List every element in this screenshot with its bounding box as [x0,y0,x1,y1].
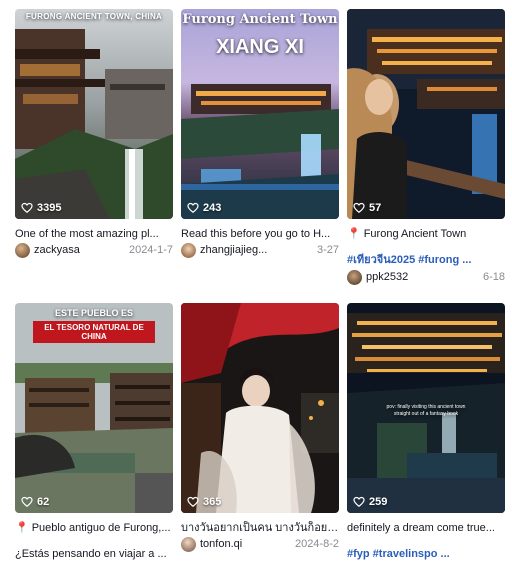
video-card[interactable]: Furong Ancient Town XIANG XI 243 Read th… [181,9,339,258]
thumbnail-overlay-title: XIANG XI [216,36,304,58]
username[interactable]: zhangjiajieg... [200,244,267,256]
video-meta: zackyasa 2024-1-7 [15,242,173,258]
thumbnail-image [181,303,339,513]
avatar[interactable] [181,536,196,552]
video-card[interactable]: 57 📍 Furong Ancient Town #เที่ยวจีน2025 #… [347,9,505,285]
video-card[interactable]: pov: finally visiting this ancient town … [347,303,505,560]
avatar[interactable] [181,242,196,258]
video-card[interactable]: FURONG ANCIENT TOWN, CHINA 3395 One of t… [15,9,173,258]
location-pin-icon: 📍 [15,522,29,534]
video-title[interactable]: บางวันอยากเป็นคน บางวันก็อยา... [181,521,339,535]
username[interactable]: ppk2532 [366,271,408,283]
like-count: 57 [353,202,381,214]
video-hashtags[interactable]: #เที่ยวจีน2025 #furong ... [347,253,505,267]
video-title[interactable]: Read this before you go to H... [181,227,339,241]
video-card[interactable]: ESTE PUEBLO ES EL TESORO NATURAL DE CHIN… [15,303,173,560]
heart-outline-icon [21,496,33,508]
video-title[interactable]: 📍 Pueblo antiguo de Furong,... [15,521,173,535]
like-count: 259 [353,496,387,508]
heart-outline-icon [187,202,199,214]
video-thumbnail[interactable]: Furong Ancient Town XIANG XI 243 [181,9,339,219]
video-title[interactable]: One of the most amazing pl... [15,227,173,241]
avatar[interactable] [347,269,362,285]
location-pin-icon: 📍 [347,228,361,240]
thumbnail-image [15,9,173,219]
thumbnail-overlay-text: pov: finally visiting this ancient town … [386,404,466,417]
video-thumbnail[interactable]: FURONG ANCIENT TOWN, CHINA 3395 [15,9,173,219]
like-count: 3395 [21,202,61,214]
username[interactable]: zackyasa [34,244,80,256]
thumbnail-overlay-title: EL TESORO NATURAL DE CHINA [33,321,155,343]
post-date: 2024-1-7 [128,244,173,256]
video-title[interactable]: definitely a dream come true... [347,521,505,535]
video-meta: ppk2532 6-18 [347,269,505,285]
like-count: 365 [187,496,221,508]
video-thumbnail[interactable]: 57 [347,9,505,219]
heart-outline-icon [353,496,365,508]
video-meta: tonfon.qi 2024-8-2 [181,536,339,552]
video-meta: zhangjiajieg... 3-27 [181,242,339,258]
video-thumbnail[interactable]: ESTE PUEBLO ES EL TESORO NATURAL DE CHIN… [15,303,173,513]
thumbnail-overlay-text: FURONG ANCIENT TOWN, CHINA [25,12,163,21]
heart-outline-icon [187,496,199,508]
post-date: 2024-8-2 [294,538,339,550]
heart-outline-icon [21,202,33,214]
video-card[interactable]: 365 บางวันอยากเป็นคน บางวันก็อยา... tonf… [181,303,339,552]
like-count: 62 [21,496,49,508]
post-date: 3-27 [316,244,339,256]
thumbnail-image [347,9,505,219]
thumbnail-overlay-subtitle: Furong Ancient Town [182,12,338,27]
like-count: 243 [187,202,221,214]
thumbnail-overlay-subtitle: ESTE PUEBLO ES [54,308,134,318]
username[interactable]: tonfon.qi [200,538,242,550]
video-title[interactable]: 📍 Furong Ancient Town [347,227,505,241]
video-subtitle[interactable]: ¿Estás pensando en viajar a ... [15,547,173,561]
heart-outline-icon [353,202,365,214]
video-thumbnail[interactable]: pov: finally visiting this ancient town … [347,303,505,513]
video-hashtags[interactable]: #fyp #travelinspo ... [347,547,505,561]
avatar[interactable] [15,242,30,258]
post-date: 6-18 [482,271,505,283]
video-thumbnail[interactable]: 365 [181,303,339,513]
